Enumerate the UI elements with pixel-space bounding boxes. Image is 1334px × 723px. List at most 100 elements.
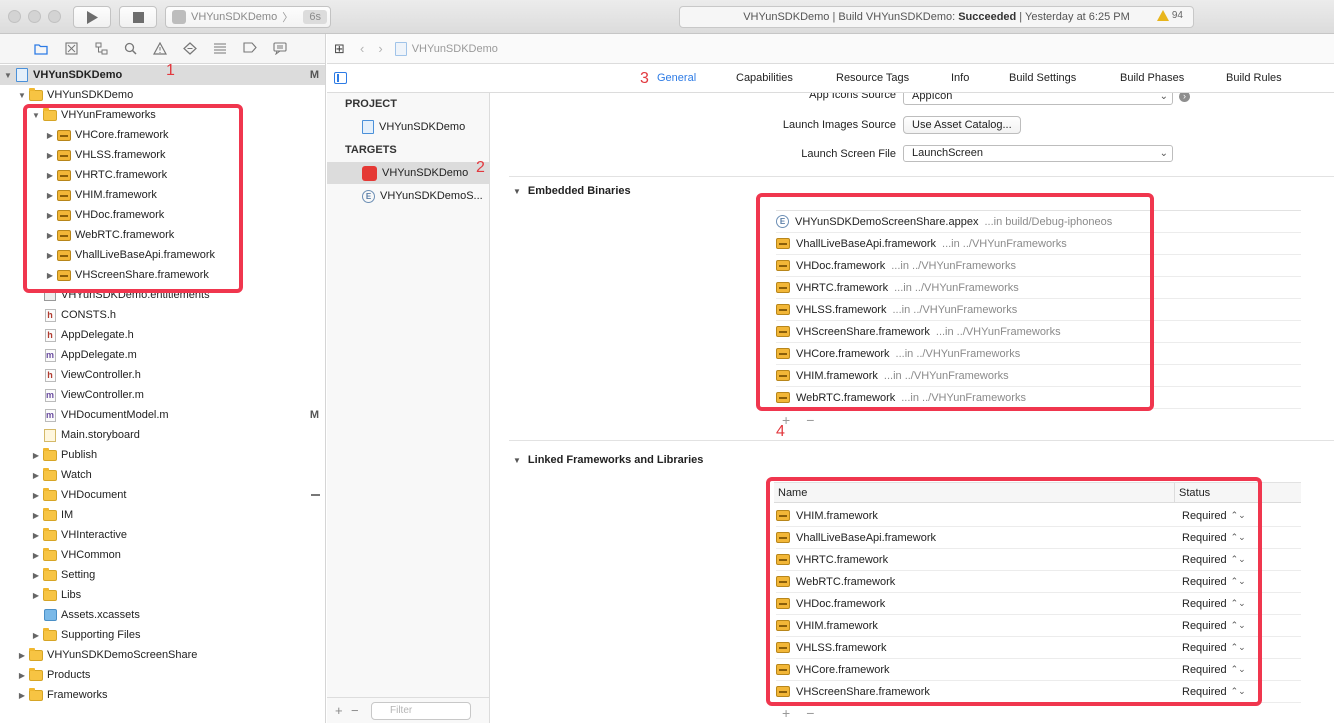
- linked-frameworks-section[interactable]: ▼ Linked Frameworks and Libraries: [513, 454, 703, 466]
- disclosure-closed-icon[interactable]: ▶: [45, 231, 55, 240]
- disclosure-closed-icon[interactable]: ▶: [31, 471, 41, 480]
- tree-item-file[interactable]: m AppDelegate.m: [0, 345, 325, 365]
- status-popup[interactable]: Required ⌃⌄: [1182, 554, 1246, 566]
- run-button[interactable]: [73, 6, 111, 28]
- tree-item-framework[interactable]: ▶ VHIM.framework: [0, 185, 325, 205]
- launch-screen-popup[interactable]: LaunchScreen ⌄: [903, 145, 1173, 162]
- tree-item-framework[interactable]: ▶ WebRTC.framework: [0, 225, 325, 245]
- disclosure-closed-icon[interactable]: ▶: [45, 211, 55, 220]
- disclosure-open-icon[interactable]: ▼: [17, 91, 27, 100]
- tree-item-group[interactable]: ▶ Supporting Files: [0, 625, 325, 645]
- tree-item-group[interactable]: ▶ VHYunSDKDemoScreenShare: [0, 645, 325, 665]
- embedded-row[interactable]: VhallLiveBaseApi.framework ...in ../VHYu…: [776, 233, 1301, 255]
- tab-general[interactable]: General: [657, 72, 696, 84]
- disclosure-closed-icon[interactable]: ▶: [31, 571, 41, 580]
- add-target-button[interactable]: +: [335, 703, 349, 718]
- folder-icon[interactable]: [34, 42, 48, 56]
- tree-item-group[interactable]: ▶ VHCommon: [0, 545, 325, 565]
- status-popup[interactable]: Required ⌃⌄: [1182, 532, 1246, 544]
- linked-row[interactable]: VHScreenShare.framework Required ⌃⌄: [776, 681, 1301, 703]
- tree-item-group[interactable]: ▶ IM: [0, 505, 325, 525]
- disclosure-open-icon[interactable]: ▼: [31, 111, 41, 120]
- status-popup[interactable]: Required ⌃⌄: [1182, 664, 1246, 676]
- linked-row[interactable]: VHRTC.framework Required ⌃⌄: [776, 549, 1301, 571]
- status-popup[interactable]: Required ⌃⌄: [1182, 642, 1246, 654]
- disclosure-closed-icon[interactable]: ▶: [31, 591, 41, 600]
- warnings-indicator[interactable]: 94: [1156, 10, 1183, 21]
- disclosure-closed-icon[interactable]: ▶: [45, 191, 55, 200]
- remove-linked-button[interactable]: −: [806, 705, 814, 721]
- tab-capabilities[interactable]: Capabilities: [736, 72, 793, 84]
- tree-item-file[interactable]: Assets.xcassets: [0, 605, 325, 625]
- embedded-row[interactable]: VHCore.framework ...in ../VHYunFramework…: [776, 343, 1301, 365]
- tree-item-framework[interactable]: ▶ VHScreenShare.framework: [0, 265, 325, 285]
- disclosure-closed-icon[interactable]: ▶: [45, 171, 55, 180]
- back-arrow-icon[interactable]: ‹: [360, 41, 364, 56]
- project-item[interactable]: VHYunSDKDemo: [327, 116, 489, 138]
- tree-item-file[interactable]: h CONSTS.h: [0, 305, 325, 325]
- tree-item-group[interactable]: ▶ Frameworks: [0, 685, 325, 705]
- tree-item-file[interactable]: h ViewController.h: [0, 365, 325, 385]
- linked-row[interactable]: VHLSS.framework Required ⌃⌄: [776, 637, 1301, 659]
- breadcrumb[interactable]: VHYunSDKDemo: [394, 41, 498, 56]
- linked-row[interactable]: VHDoc.framework Required ⌃⌄: [776, 593, 1301, 615]
- disclosure-closed-icon[interactable]: ▶: [31, 451, 41, 460]
- tree-item-group[interactable]: ▼ VHYunSDKDemo: [0, 85, 325, 105]
- search-icon[interactable]: [123, 42, 137, 56]
- report-icon[interactable]: [273, 42, 287, 56]
- embedded-row[interactable]: E VHYunSDKDemoScreenShare.appex ...in bu…: [776, 211, 1301, 233]
- forward-arrow-icon[interactable]: ›: [378, 41, 382, 56]
- disclosure-closed-icon[interactable]: ▶: [17, 691, 27, 700]
- test-icon[interactable]: [183, 42, 197, 56]
- add-linked-button[interactable]: +: [782, 705, 790, 721]
- status-popup[interactable]: Required ⌃⌄: [1182, 598, 1246, 610]
- stop-button[interactable]: [119, 6, 157, 28]
- target-item-app[interactable]: VHYunSDKDemo: [327, 162, 489, 184]
- tree-item-file[interactable]: VHYunSDKDemo.entitlements: [0, 285, 325, 305]
- embedded-row[interactable]: WebRTC.framework ...in ../VHYunFramework…: [776, 387, 1301, 409]
- disclosure-closed-icon[interactable]: ▶: [31, 531, 41, 540]
- tree-item-framework[interactable]: ▶ VHLSS.framework: [0, 145, 325, 165]
- disclosure-open-icon[interactable]: ▼: [513, 456, 521, 465]
- linked-row[interactable]: VhallLiveBaseApi.framework Required ⌃⌄: [776, 527, 1301, 549]
- tab-build-phases[interactable]: Build Phases: [1120, 72, 1184, 84]
- tree-item-group[interactable]: ▶ Publish: [0, 445, 325, 465]
- close-window-button[interactable]: [8, 10, 21, 23]
- tree-item-group[interactable]: ▶ Libs: [0, 585, 325, 605]
- embedded-row[interactable]: VHIM.framework ...in ../VHYunFrameworks: [776, 365, 1301, 387]
- zoom-window-button[interactable]: [48, 10, 61, 23]
- tab-build-settings[interactable]: Build Settings: [1009, 72, 1076, 84]
- column-header-status[interactable]: Status: [1175, 487, 1210, 499]
- tree-item-group[interactable]: ▶ VHInteractive: [0, 525, 325, 545]
- embedded-row[interactable]: VHLSS.framework ...in ../VHYunFrameworks: [776, 299, 1301, 321]
- disclosure-closed-icon[interactable]: ▶: [45, 131, 55, 140]
- related-items-icon[interactable]: ⊞: [334, 41, 348, 56]
- disclosure-closed-icon[interactable]: ▶: [31, 511, 41, 520]
- tab-resource-tags[interactable]: Resource Tags: [836, 72, 909, 84]
- tree-item-file[interactable]: Main.storyboard: [0, 425, 325, 445]
- app-icons-popup[interactable]: AppIcon ⌄: [903, 93, 1173, 105]
- status-popup[interactable]: Required ⌃⌄: [1182, 510, 1246, 522]
- tree-item-group[interactable]: ▶ Setting: [0, 565, 325, 585]
- filter-input[interactable]: Filter: [371, 701, 471, 720]
- disclosure-closed-icon[interactable]: ▶: [45, 271, 55, 280]
- disclosure-closed-icon[interactable]: ▶: [45, 151, 55, 160]
- disclosure-closed-icon[interactable]: ▶: [31, 491, 41, 500]
- embedded-row[interactable]: VHDoc.framework ...in ../VHYunFrameworks: [776, 255, 1301, 277]
- arrow-circle-icon[interactable]: ›: [1179, 93, 1190, 102]
- remove-embedded-button[interactable]: −: [806, 412, 814, 428]
- tree-item-file[interactable]: h AppDelegate.h: [0, 325, 325, 345]
- status-popup[interactable]: Required ⌃⌄: [1182, 620, 1246, 632]
- tree-item-group[interactable]: ▶ VHDocument: [0, 485, 325, 505]
- linked-row[interactable]: VHCore.framework Required ⌃⌄: [776, 659, 1301, 681]
- tree-item-file[interactable]: m ViewController.m: [0, 385, 325, 405]
- use-asset-catalog-button[interactable]: Use Asset Catalog...: [903, 116, 1021, 134]
- target-item-extension[interactable]: E VHYunSDKDemoS...: [327, 185, 489, 207]
- tree-item-group[interactable]: ▶ Products: [0, 665, 325, 685]
- disclosure-open-icon[interactable]: ▼: [3, 71, 13, 80]
- disclosure-closed-icon[interactable]: ▶: [17, 671, 27, 680]
- linked-row[interactable]: VHIM.framework Required ⌃⌄: [776, 505, 1301, 527]
- tree-item-framework[interactable]: ▶ VhallLiveBaseApi.framework: [0, 245, 325, 265]
- tree-item-framework[interactable]: ▶ VHCore.framework: [0, 125, 325, 145]
- remove-target-button[interactable]: −: [351, 703, 365, 718]
